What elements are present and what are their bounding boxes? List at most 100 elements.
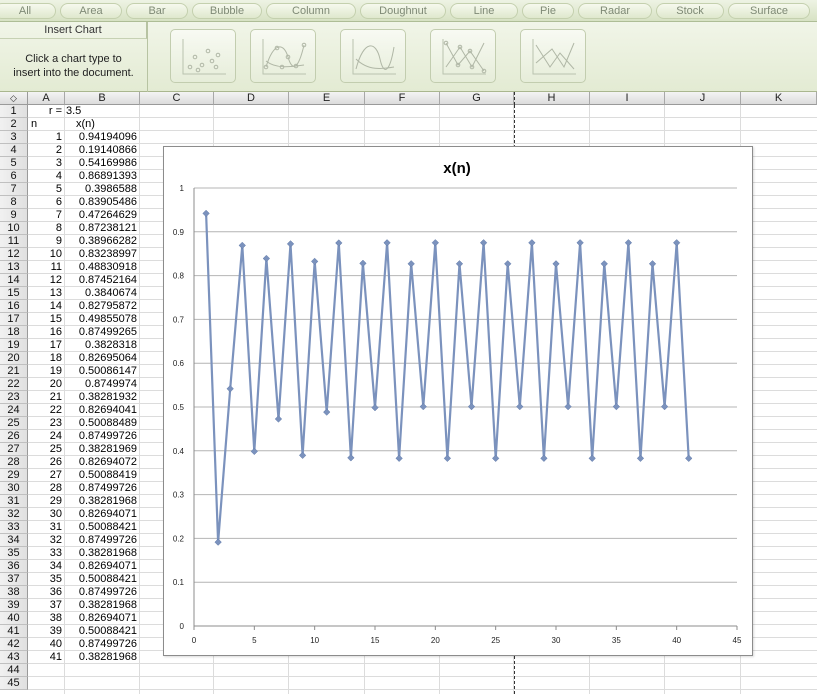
cell-x-value[interactable]: 0.38281968 (66, 599, 137, 612)
row-header-13[interactable]: 13 (0, 261, 28, 274)
cell-n-value[interactable]: 27 (29, 469, 62, 482)
row-header-6[interactable]: 6 (0, 170, 28, 183)
cell-x-value[interactable]: 0.87238121 (66, 222, 137, 235)
cell-n-value[interactable]: 5 (29, 183, 62, 196)
row-header-3[interactable]: 3 (0, 131, 28, 144)
row-header-26[interactable]: 26 (0, 430, 28, 443)
cell-x-value[interactable]: 0.87499265 (66, 326, 137, 339)
cell-x-value[interactable]: 0.94194096 (66, 131, 137, 144)
cell-n-value[interactable]: 22 (29, 404, 62, 417)
row-header-42[interactable]: 42 (0, 638, 28, 651)
row-header-10[interactable]: 10 (0, 222, 28, 235)
cell-n-value[interactable]: 15 (29, 313, 62, 326)
cell-n-value[interactable]: 36 (29, 586, 62, 599)
cell-x-value[interactable]: 0.3828318 (66, 339, 137, 352)
cell-n-value[interactable]: 28 (29, 482, 62, 495)
cell-n-value[interactable]: 6 (29, 196, 62, 209)
cell-a2[interactable]: n (31, 118, 61, 131)
cell-x-value[interactable]: 0.50088421 (66, 573, 137, 586)
row-header-23[interactable]: 23 (0, 391, 28, 404)
row-header-25[interactable]: 25 (0, 417, 28, 430)
cell-n-value[interactable]: 20 (29, 378, 62, 391)
row-header-27[interactable]: 27 (0, 443, 28, 456)
tab-stock[interactable]: Stock (656, 3, 724, 19)
row-header-30[interactable]: 30 (0, 482, 28, 495)
cell-n-value[interactable]: 24 (29, 430, 62, 443)
cell-n-value[interactable]: 38 (29, 612, 62, 625)
row-header-38[interactable]: 38 (0, 586, 28, 599)
cell-x-value[interactable]: 0.82695064 (66, 352, 137, 365)
cell-n-value[interactable]: 30 (29, 508, 62, 521)
scatter-markers-button[interactable] (170, 29, 236, 83)
cell-x-value[interactable]: 0.82694071 (66, 508, 137, 521)
cell-x-value[interactable]: 0.82795872 (66, 300, 137, 313)
row-header-36[interactable]: 36 (0, 560, 28, 573)
cell-x-value[interactable]: 0.86891393 (66, 170, 137, 183)
cell-n-value[interactable]: 10 (29, 248, 62, 261)
row-header-9[interactable]: 9 (0, 209, 28, 222)
row-header-39[interactable]: 39 (0, 599, 28, 612)
cell-x-value[interactable]: 0.19140866 (66, 144, 137, 157)
cell-n-value[interactable]: 33 (29, 547, 62, 560)
row-header-22[interactable]: 22 (0, 378, 28, 391)
cell-x-value[interactable]: 0.50088421 (66, 625, 137, 638)
row-header-20[interactable]: 20 (0, 352, 28, 365)
cell-x-value[interactable]: 0.82694071 (66, 560, 137, 573)
cell-n-value[interactable]: 37 (29, 599, 62, 612)
cell-n-value[interactable]: 25 (29, 443, 62, 456)
tab-all[interactable]: All (0, 3, 56, 19)
row-header-29[interactable]: 29 (0, 469, 28, 482)
cell-x-value[interactable]: 0.38281968 (66, 547, 137, 560)
row-header-12[interactable]: 12 (0, 248, 28, 261)
select-all-corner[interactable]: ◇ (0, 92, 28, 105)
cell-n-value[interactable]: 32 (29, 534, 62, 547)
cell-x-value[interactable]: 0.38281968 (66, 495, 137, 508)
row-header-45[interactable]: 45 (0, 677, 28, 690)
cell-x-value[interactable]: 0.50088421 (66, 521, 137, 534)
cell-x-value[interactable]: 0.3840674 (66, 287, 137, 300)
row-header-19[interactable]: 19 (0, 339, 28, 352)
row-header-17[interactable]: 17 (0, 313, 28, 326)
row-header-24[interactable]: 24 (0, 404, 28, 417)
tab-column[interactable]: Column (266, 3, 356, 19)
cell-n-value[interactable]: 34 (29, 560, 62, 573)
row-header-35[interactable]: 35 (0, 547, 28, 560)
row-header-8[interactable]: 8 (0, 196, 28, 209)
tab-line[interactable]: Line (450, 3, 518, 19)
tab-bubble[interactable]: Bubble (192, 3, 262, 19)
cell-n-value[interactable]: 2 (29, 144, 62, 157)
cell-n-value[interactable]: 16 (29, 326, 62, 339)
column-header-b[interactable]: B (65, 92, 140, 105)
cell-a1[interactable]: r = (29, 105, 62, 118)
tab-surface[interactable]: Surface (728, 3, 810, 19)
cell-x-value[interactable]: 0.82694071 (66, 612, 137, 625)
cell-x-value[interactable]: 0.50088419 (66, 469, 137, 482)
cell-n-value[interactable]: 41 (29, 651, 62, 664)
cell-x-value[interactable]: 0.87499726 (66, 586, 137, 599)
cell-n-value[interactable]: 35 (29, 573, 62, 586)
cell-x-value[interactable]: 0.38281969 (66, 443, 137, 456)
row-header-28[interactable]: 28 (0, 456, 28, 469)
cell-n-value[interactable]: 7 (29, 209, 62, 222)
row-header-31[interactable]: 31 (0, 495, 28, 508)
column-header-i[interactable]: I (590, 92, 665, 105)
cell-b2[interactable]: x(n) (76, 118, 136, 131)
cell-x-value[interactable]: 0.54169986 (66, 157, 137, 170)
column-header-e[interactable]: E (289, 92, 365, 105)
row-header-15[interactable]: 15 (0, 287, 28, 300)
cell-n-value[interactable]: 17 (29, 339, 62, 352)
cell-n-value[interactable]: 8 (29, 222, 62, 235)
row-header-5[interactable]: 5 (0, 157, 28, 170)
line-chart[interactable]: x(n) 0 0.1 0.2 0.3 0.4 0.5 0.6 0.7 0.8 0.9 1 0 5 10 15 2… (163, 146, 753, 656)
cell-x-value[interactable]: 0.87499726 (66, 638, 137, 651)
row-header-16[interactable]: 16 (0, 300, 28, 313)
cell-n-value[interactable]: 11 (29, 261, 62, 274)
cell-n-value[interactable]: 4 (29, 170, 62, 183)
column-header-f[interactable]: F (365, 92, 440, 105)
cell-x-value[interactable]: 0.82694072 (66, 456, 137, 469)
row-header-7[interactable]: 7 (0, 183, 28, 196)
cell-n-value[interactable]: 3 (29, 157, 62, 170)
cell-x-value[interactable]: 0.47264629 (66, 209, 137, 222)
tab-area[interactable]: Area (60, 3, 122, 19)
cell-n-value[interactable]: 23 (29, 417, 62, 430)
